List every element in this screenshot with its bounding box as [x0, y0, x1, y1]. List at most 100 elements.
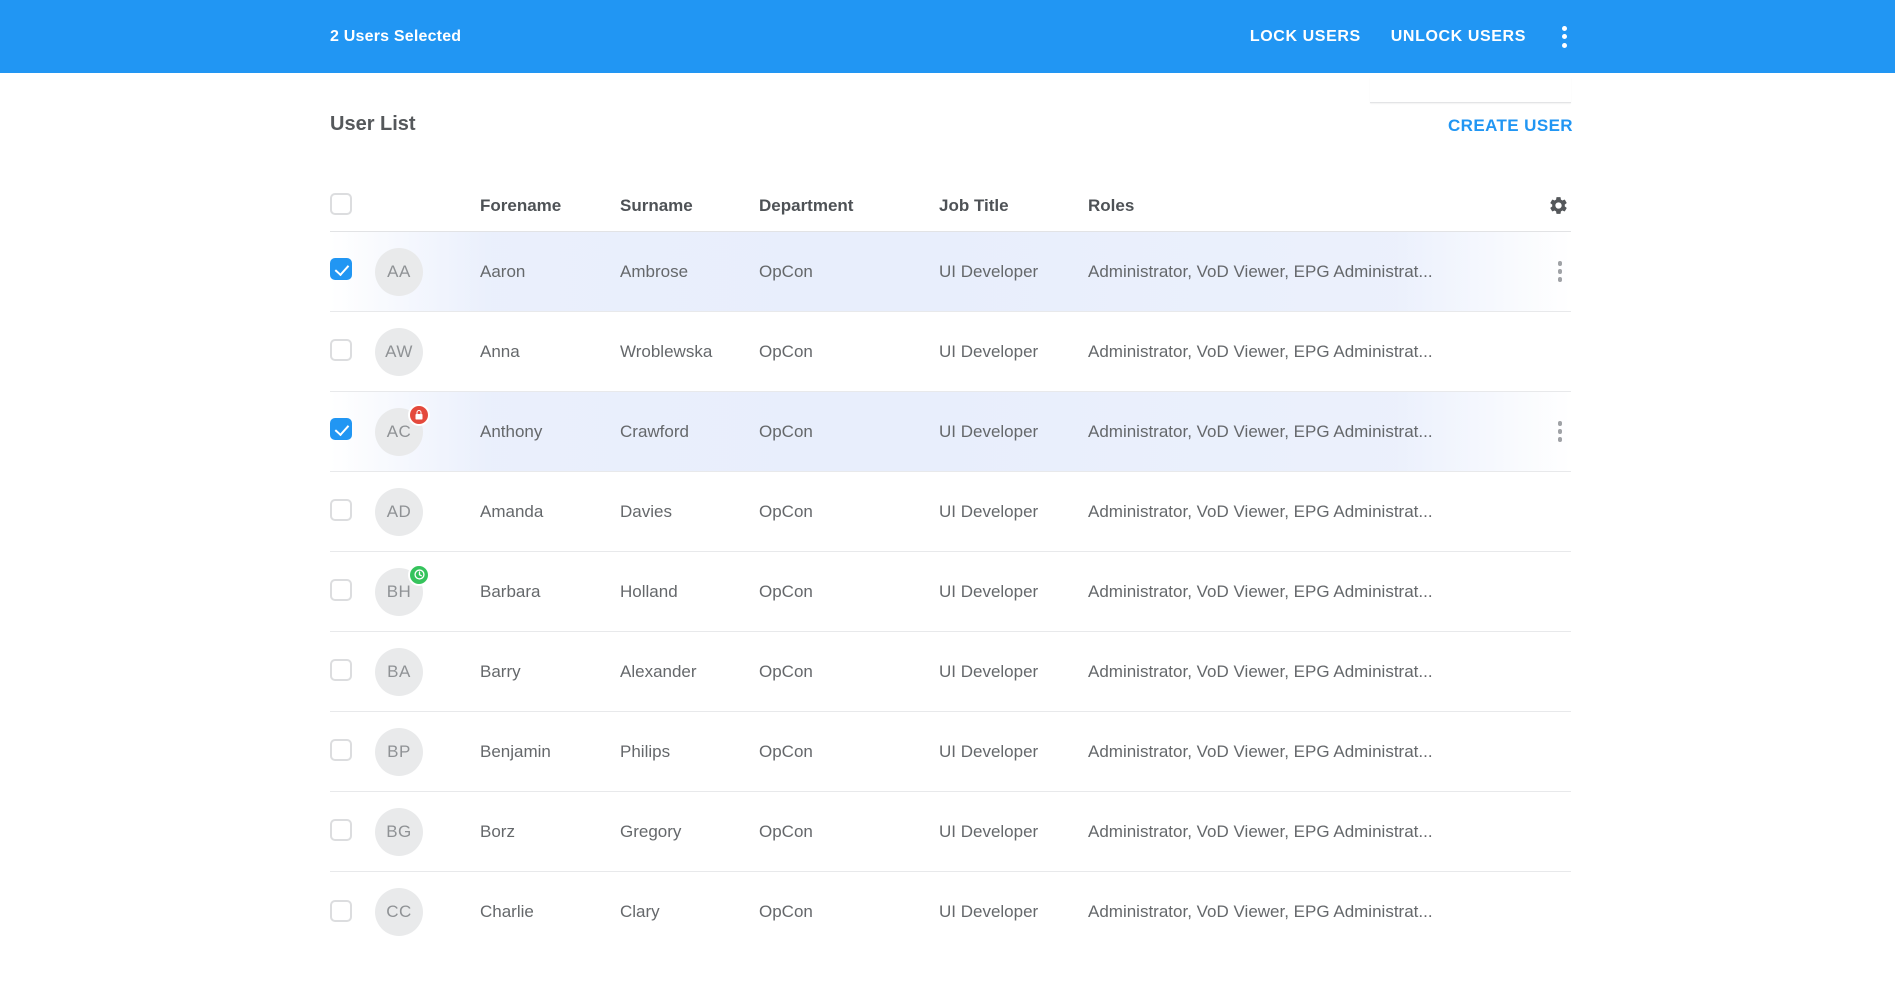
avatar-cell: BG — [375, 808, 480, 856]
avatar-initials: AD — [387, 502, 412, 522]
forename-cell: Anthony — [480, 422, 620, 442]
avatar-initials: BH — [387, 582, 412, 602]
avatar-initials: BA — [387, 662, 411, 682]
unlock-users-button[interactable]: UNLOCK USERS — [1391, 28, 1526, 46]
row-checkbox[interactable] — [330, 739, 352, 761]
row-menu-button[interactable] — [1552, 417, 1569, 446]
surname-cell: Holland — [620, 582, 759, 602]
clock-icon — [413, 568, 426, 581]
job-title-cell: UI Developer — [939, 342, 1088, 362]
surname-cell: Clary — [620, 902, 759, 922]
roles-cell: Administrator, VoD Viewer, EPG Administr… — [1088, 582, 1549, 602]
forename-cell: Amanda — [480, 502, 620, 522]
kebab-vertical-icon — [1558, 421, 1563, 442]
forename-cell: Barry — [480, 662, 620, 682]
table-row[interactable]: ACAnthonyCrawfordOpConUI DeveloperAdmini… — [330, 392, 1571, 472]
roles-cell: Administrator, VoD Viewer, EPG Administr… — [1088, 742, 1549, 762]
roles-cell: Administrator, VoD Viewer, EPG Administr… — [1088, 342, 1549, 362]
surname-cell: Crawford — [620, 422, 759, 442]
create-user-button[interactable]: CREATE USER — [1448, 116, 1573, 136]
avatar-initials: BP — [387, 742, 411, 762]
forename-cell: Aaron — [480, 262, 620, 282]
kebab-vertical-icon — [1558, 261, 1563, 282]
row-checkbox[interactable] — [330, 339, 352, 361]
row-checkbox[interactable] — [330, 258, 352, 280]
selection-status: 2 Users Selected — [330, 0, 461, 73]
row-select-cell — [330, 739, 375, 764]
table-row[interactable]: BABarryAlexanderOpConUI DeveloperAdminis… — [330, 632, 1571, 712]
row-checkbox[interactable] — [330, 499, 352, 521]
avatar-cell: BA — [375, 648, 480, 696]
avatar: AC — [375, 408, 423, 456]
row-checkbox[interactable] — [330, 418, 352, 440]
roles-cell: Administrator, VoD Viewer, EPG Administr… — [1088, 902, 1549, 922]
clock-status-badge — [408, 564, 430, 586]
row-menu-button[interactable] — [1552, 257, 1569, 286]
page-title: User List — [330, 113, 416, 136]
row-checkbox[interactable] — [330, 819, 352, 841]
search-input[interactable] — [1370, 77, 1571, 103]
surname-cell: Gregory — [620, 822, 759, 842]
table-row[interactable]: ADAmandaDaviesOpConUI DeveloperAdministr… — [330, 472, 1571, 552]
department-cell: OpCon — [759, 902, 939, 922]
surname-cell: Alexander — [620, 662, 759, 682]
avatar: BA — [375, 648, 423, 696]
select-all-cell — [330, 193, 375, 218]
avatar: AA — [375, 248, 423, 296]
column-header-forename: Forename — [480, 196, 620, 216]
selection-action-bar: 2 Users Selected LOCK USERS UNLOCK USERS — [0, 0, 1895, 73]
select-all-checkbox[interactable] — [330, 193, 352, 215]
roles-cell: Administrator, VoD Viewer, EPG Administr… — [1088, 502, 1549, 522]
row-checkbox[interactable] — [330, 659, 352, 681]
roles-cell: Administrator, VoD Viewer, EPG Administr… — [1088, 822, 1549, 842]
roles-cell: Administrator, VoD Viewer, EPG Administr… — [1088, 662, 1549, 682]
avatar-cell: AA — [375, 248, 480, 296]
avatar: BG — [375, 808, 423, 856]
column-header-job-title: Job Title — [939, 196, 1088, 216]
table-header-row: Forename Surname Department Job Title Ro… — [330, 180, 1571, 232]
gear-icon — [1548, 195, 1569, 216]
avatar-initials: BG — [386, 822, 412, 842]
column-header-department: Department — [759, 196, 939, 216]
avatar-initials: AW — [385, 342, 413, 362]
table-row[interactable]: AWAnnaWroblewskaOpConUI DeveloperAdminis… — [330, 312, 1571, 392]
table-settings-cell — [1546, 193, 1571, 218]
avatar-cell: AC — [375, 408, 480, 456]
table-row[interactable]: BGBorzGregoryOpConUI DeveloperAdministra… — [330, 792, 1571, 872]
avatar-initials: AC — [387, 422, 412, 442]
topbar-more-menu-button[interactable] — [1556, 22, 1573, 52]
avatar-initials: CC — [386, 902, 412, 922]
job-title-cell: UI Developer — [939, 742, 1088, 762]
table-settings-button[interactable] — [1546, 193, 1571, 218]
department-cell: OpCon — [759, 582, 939, 602]
job-title-cell: UI Developer — [939, 902, 1088, 922]
table-row[interactable]: BPBenjaminPhilipsOpConUI DeveloperAdmini… — [330, 712, 1571, 792]
forename-cell: Barbara — [480, 582, 620, 602]
avatar-cell: BP — [375, 728, 480, 776]
row-checkbox[interactable] — [330, 579, 352, 601]
surname-cell: Wroblewska — [620, 342, 759, 362]
avatar: AW — [375, 328, 423, 376]
avatar-cell: CC — [375, 888, 480, 936]
forename-cell: Charlie — [480, 902, 620, 922]
table-row[interactable]: CC CharlieClaryOpConUI DeveloperAdministr… — [330, 872, 1571, 952]
locked-status-badge — [408, 404, 430, 426]
row-select-cell — [330, 339, 375, 364]
avatar: BP — [375, 728, 423, 776]
table-row[interactable]: AAAaronAmbroseOpConUI DeveloperAdministr… — [330, 232, 1571, 312]
avatar-cell: AD — [375, 488, 480, 536]
avatar: CC — [375, 888, 423, 936]
row-checkbox[interactable] — [330, 900, 352, 922]
department-cell: OpCon — [759, 662, 939, 682]
lock-users-button[interactable]: LOCK USERS — [1250, 28, 1361, 46]
job-title-cell: UI Developer — [939, 262, 1088, 282]
table-row[interactable]: BHBarbaraHollandOpConUI DeveloperAdminis… — [330, 552, 1571, 632]
forename-cell: Anna — [480, 342, 620, 362]
row-select-cell — [330, 418, 375, 445]
department-cell: OpCon — [759, 422, 939, 442]
row-select-cell — [330, 579, 375, 604]
forename-cell: Borz — [480, 822, 620, 842]
avatar-initials: AA — [387, 262, 411, 282]
avatar-cell: AW — [375, 328, 480, 376]
avatar: BH — [375, 568, 423, 616]
